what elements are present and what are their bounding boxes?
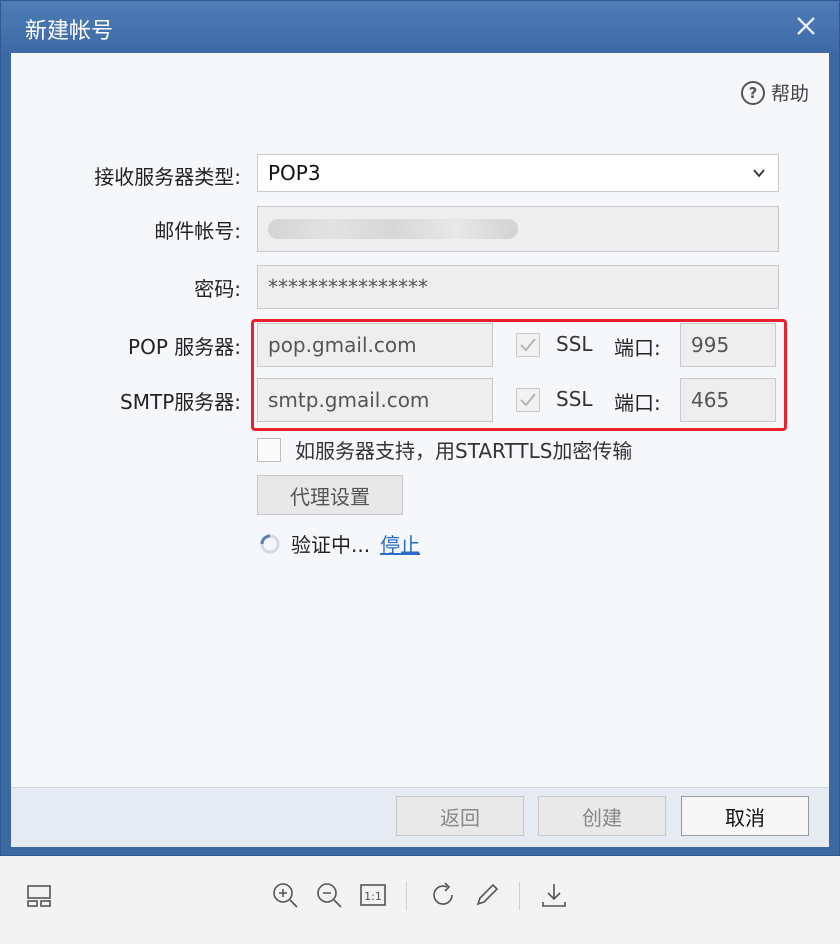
proxy-settings-button[interactable]: 代理设置 xyxy=(257,475,403,515)
pop-server-label: POP 服务器: xyxy=(128,335,241,359)
new-account-dialog: 新建帐号 ? 帮助 接收服务器类型: POP3 邮件帐号: 密码: ******… xyxy=(0,0,840,856)
verify-status-text: 验证中... xyxy=(291,533,371,557)
password-label: 密码: xyxy=(194,277,241,301)
highlight-box xyxy=(251,319,787,431)
help-icon: ? xyxy=(740,80,765,105)
starttls-option[interactable]: 如服务器支持，用STARTTLS加密传输 xyxy=(257,435,632,464)
verify-status: 验证中... 停止 xyxy=(259,529,420,558)
toolbar-separator xyxy=(406,882,407,910)
download-icon[interactable] xyxy=(539,880,569,910)
server-type-value: POP3 xyxy=(268,161,321,185)
server-type-label: 接收服务器类型: xyxy=(94,165,241,189)
chevron-down-icon xyxy=(753,169,765,178)
title-bar: 新建帐号 xyxy=(1,1,839,53)
starttls-label: 如服务器支持，用STARTTLS加密传输 xyxy=(295,439,633,463)
help-label: 帮助 xyxy=(770,83,809,105)
smtp-server-label: SMTP服务器: xyxy=(120,390,241,414)
dialog-title: 新建帐号 xyxy=(25,19,114,44)
create-button[interactable]: 创建 xyxy=(538,796,666,836)
dialog-footer: 返回 创建 取消 xyxy=(11,787,829,847)
account-label: 邮件帐号: xyxy=(154,219,241,243)
back-button[interactable]: 返回 xyxy=(396,796,524,836)
actual-size-text: 1:1 xyxy=(364,890,382,903)
zoom-in-icon[interactable] xyxy=(270,880,300,910)
server-type-select[interactable]: POP3 xyxy=(257,154,779,192)
cancel-button[interactable]: 取消 xyxy=(681,796,809,836)
account-value-redacted xyxy=(268,219,518,239)
rotate-icon[interactable] xyxy=(428,880,458,910)
zoom-out-icon[interactable] xyxy=(314,880,344,910)
stop-link[interactable]: 停止 xyxy=(380,529,420,558)
loading-spinner-icon xyxy=(260,534,280,553)
starttls-checkbox[interactable] xyxy=(257,437,281,462)
edit-pen-icon[interactable] xyxy=(472,880,502,910)
dialog-body: ? 帮助 接收服务器类型: POP3 邮件帐号: 密码: ***********… xyxy=(11,53,829,847)
actual-size-icon[interactable]: 1:1 xyxy=(358,880,388,910)
account-input[interactable] xyxy=(257,206,779,252)
toolbar-separator xyxy=(519,882,520,910)
close-button[interactable] xyxy=(791,11,821,41)
password-value: **************** xyxy=(268,275,428,299)
password-input[interactable]: **************** xyxy=(257,265,779,309)
help-link[interactable]: ? 帮助 xyxy=(740,79,809,106)
close-icon xyxy=(797,17,815,35)
thumbnail-layout-icon[interactable] xyxy=(24,880,54,910)
image-viewer-toolbar: 1:1 xyxy=(0,856,840,944)
